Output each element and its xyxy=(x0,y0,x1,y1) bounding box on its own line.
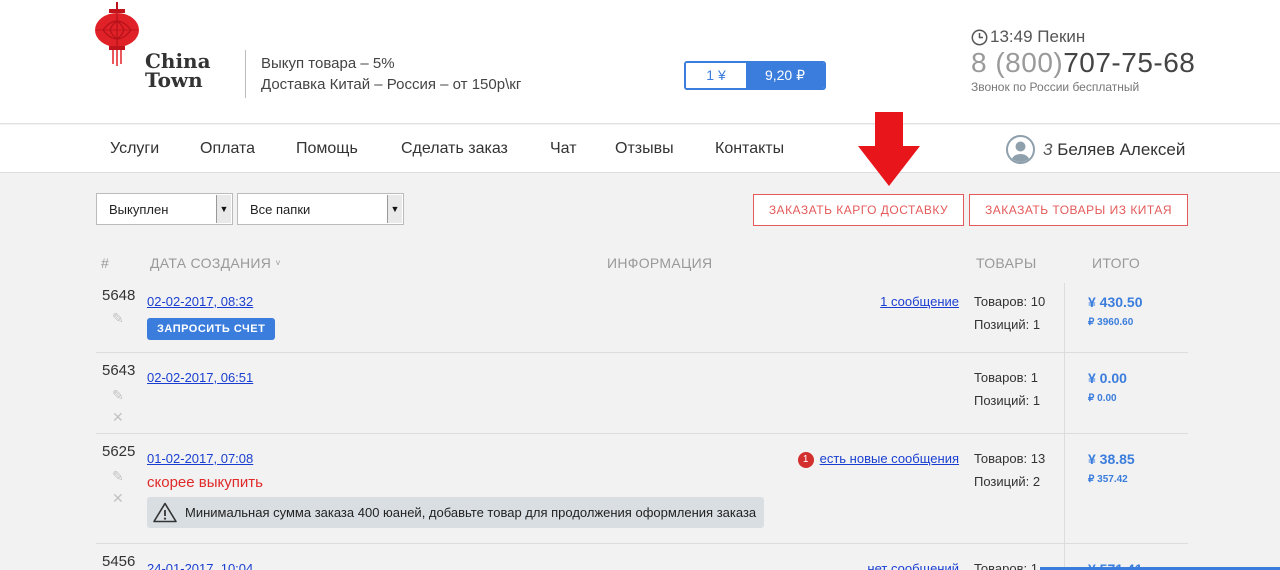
user-avatar-icon xyxy=(1006,135,1035,164)
warning-icon xyxy=(153,502,177,523)
phone-digits: 707-75-68 xyxy=(1063,47,1196,78)
positions-count: Позиций: 1 xyxy=(974,393,1041,408)
nav-item-make-order[interactable]: Сделать заказ xyxy=(401,140,508,158)
column-header-date[interactable]: ДАТА СОЗДАНИЯ ˅ xyxy=(150,255,281,271)
folder-select[interactable]: Все папки ▼ xyxy=(237,193,404,225)
phone-prefix: 8 (800) xyxy=(971,47,1064,78)
order-id: 5648 xyxy=(102,287,136,304)
nav-item-services[interactable]: Услуги xyxy=(110,140,159,158)
site-header: China Town Выкуп товара – 5% Доставка Ки… xyxy=(0,0,1280,124)
total-rub: ₽ 0.00 xyxy=(1088,393,1117,404)
total-rub: ₽ 357.42 xyxy=(1088,474,1128,485)
currency-yuan: 1 ¥ xyxy=(686,63,746,88)
goods-summary: Товаров: 1 xyxy=(974,557,1038,570)
currency-rate-widget[interactable]: 1 ¥ 9,20 ₽ xyxy=(684,61,826,90)
user-number: 3 xyxy=(1043,139,1053,159)
new-messages-link[interactable]: 1 есть новые сообщения xyxy=(797,451,959,468)
user-menu[interactable]: 3 Беляев Алексей xyxy=(1006,135,1185,164)
min-order-notice-text: Минимальная сумма заказа 400 юаней, доба… xyxy=(185,505,757,520)
column-header-total: ИТОГО xyxy=(1092,255,1141,271)
main-nav: Услуги Оплата Помощь Сделать заказ Чат О… xyxy=(0,125,1280,173)
total-cny: ¥ 0.00 xyxy=(1088,370,1127,386)
order-goods-from-china-button[interactable]: ЗАКАЗАТЬ ТОВАРЫ ИЗ КИТАЯ xyxy=(969,194,1188,226)
tagline-buyout: Выкуп товара – 5% xyxy=(261,55,395,72)
status-select[interactable]: Выкуплен ▼ xyxy=(96,193,233,225)
chevron-down-icon: ▼ xyxy=(216,195,231,223)
total-cny: ¥ 430.50 xyxy=(1088,294,1143,310)
new-messages-badge: 1 xyxy=(797,452,814,468)
order-date-link[interactable]: 02-02-2017, 06:51 xyxy=(147,370,253,385)
min-order-notice: Минимальная сумма заказа 400 юаней, доба… xyxy=(147,497,765,528)
goods-count: Товаров: 13 xyxy=(974,451,1046,466)
logo-divider xyxy=(245,50,246,98)
edit-pencil-icon[interactable]: ✎ xyxy=(112,311,126,325)
urgent-label: скорее выкупить xyxy=(147,474,263,491)
column-header-info: ИНФОРМАЦИЯ xyxy=(607,255,713,271)
clock-text: 13:49 Пекин xyxy=(990,27,1086,46)
new-messages-label: есть новые сообщения xyxy=(819,451,959,466)
order-id: 5643 xyxy=(102,362,136,379)
order-id: 5456 xyxy=(102,553,136,570)
red-arrow-down-icon xyxy=(858,112,920,186)
lantern-logo-icon[interactable] xyxy=(94,2,140,66)
order-total: ¥ 430.50 ₽ 3960.60 xyxy=(1088,293,1143,328)
goods-summary: Товаров: 10 Позиций: 1 xyxy=(974,290,1045,336)
chevron-down-icon: ▼ xyxy=(387,195,402,223)
order-date-link[interactable]: 01-02-2017, 07:08 xyxy=(147,451,253,466)
goods-count: Товаров: 1 xyxy=(974,370,1038,385)
folder-select-value: Все папки xyxy=(250,202,311,217)
nav-item-help[interactable]: Помощь xyxy=(296,140,358,158)
edit-pencil-icon[interactable]: ✎ xyxy=(112,469,126,483)
user-name: Беляев Алексей xyxy=(1057,139,1186,159)
table-row: 5648 ✎ 02-02-2017, 08:32 1 сообщение ЗАП… xyxy=(96,283,1188,353)
column-header-date-label: ДАТА СОЗДАНИЯ xyxy=(150,255,272,271)
column-header-goods: ТОВАРЫ xyxy=(976,255,1037,271)
status-select-value: Выкуплен xyxy=(109,202,169,217)
tagline: Выкуп товара – 5% Доставка Китай – Росси… xyxy=(261,53,521,95)
table-row: 5643 ✎ ✕ 02-02-2017, 06:51 Товаров: 1 По… xyxy=(96,353,1188,434)
total-rub: ₽ 3960.60 xyxy=(1088,317,1134,328)
edit-pencil-icon[interactable]: ✎ xyxy=(112,388,126,402)
request-invoice-button[interactable]: ЗАПРОСИТЬ СЧЕТ xyxy=(147,318,276,340)
messages-link[interactable]: 1 сообщение xyxy=(880,294,959,309)
goods-summary: Товаров: 13 Позиций: 2 xyxy=(974,447,1045,493)
order-cargo-delivery-button[interactable]: ЗАКАЗАТЬ КАРГО ДОСТАВКУ xyxy=(753,194,964,226)
phone-note: Звонок по России бесплатный xyxy=(971,80,1140,94)
column-divider xyxy=(1064,434,1065,543)
sort-chevron-icon: ˅ xyxy=(275,258,281,268)
beijing-clock: 13:49 Пекин xyxy=(971,27,1085,47)
logo-wordmark[interactable]: China Town xyxy=(145,51,211,92)
column-header-num: # xyxy=(101,255,110,271)
logo-line-2: Town xyxy=(145,68,203,92)
clock-icon xyxy=(971,29,988,45)
table-row: 5456 24-01-2017, 10:04 нет сообщений Тов… xyxy=(96,544,1188,570)
positions-count: Позиций: 2 xyxy=(974,474,1041,489)
nav-item-contacts[interactable]: Контакты xyxy=(715,140,784,158)
table-row: 5625 ✎ ✕ 01-02-2017, 07:08 1 есть новые с… xyxy=(96,434,1188,544)
delete-x-icon[interactable]: ✕ xyxy=(112,491,126,505)
currency-rub: 9,20 ₽ xyxy=(746,63,824,88)
column-divider xyxy=(1064,283,1065,352)
nav-item-chat[interactable]: Чат xyxy=(550,140,577,158)
goods-count: Товаров: 1 xyxy=(974,561,1038,570)
order-total: ¥ 0.00 ₽ 0.00 xyxy=(1088,369,1127,404)
phone-number[interactable]: 8 (800)707-75-68 xyxy=(971,47,1195,79)
positions-count: Позиций: 1 xyxy=(974,317,1041,332)
messages-link[interactable]: нет сообщений xyxy=(867,561,959,570)
tagline-delivery: Доставка Китай – Россия – от 150р\кг xyxy=(261,76,522,93)
order-id: 5625 xyxy=(102,443,136,460)
nav-item-payment[interactable]: Оплата xyxy=(200,140,255,158)
order-total: ¥ 38.85 ₽ 357.42 xyxy=(1088,450,1135,485)
order-date-link[interactable]: 02-02-2017, 08:32 xyxy=(147,294,253,309)
total-cny: ¥ 38.85 xyxy=(1088,451,1135,467)
nav-item-reviews[interactable]: Отзывы xyxy=(615,140,674,158)
column-divider xyxy=(1064,353,1065,433)
order-date-link[interactable]: 24-01-2017, 10:04 xyxy=(147,561,253,570)
goods-summary: Товаров: 1 Позиций: 1 xyxy=(974,366,1040,412)
goods-count: Товаров: 10 xyxy=(974,294,1046,309)
delete-x-icon[interactable]: ✕ xyxy=(112,410,126,424)
